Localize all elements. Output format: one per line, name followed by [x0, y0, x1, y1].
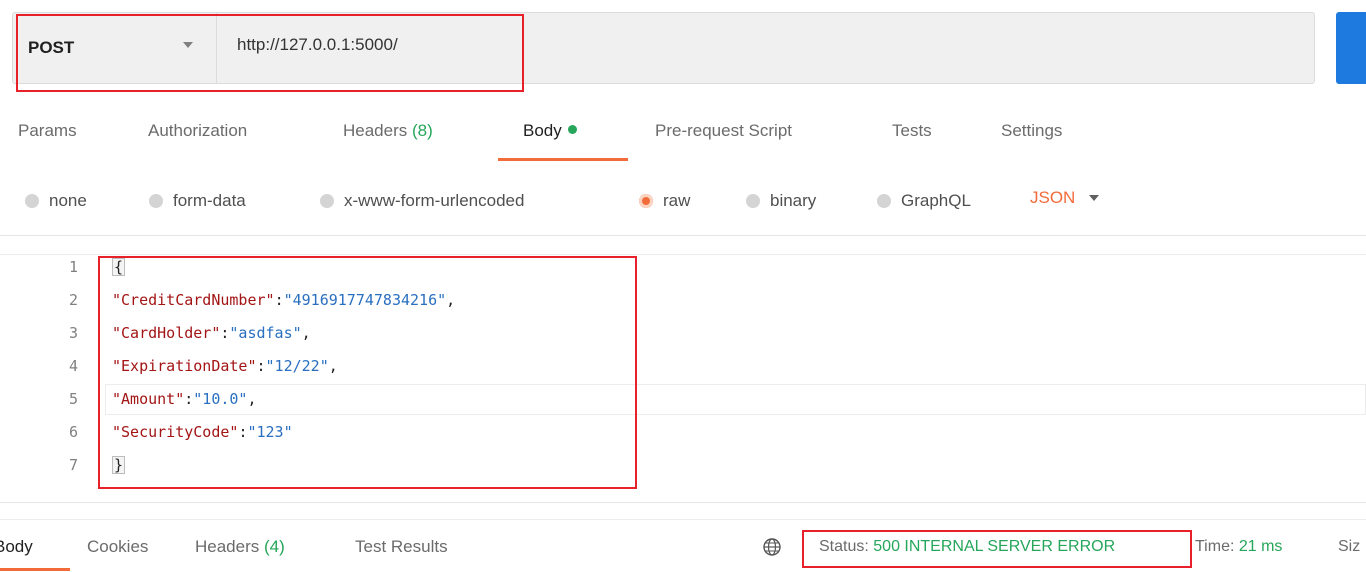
- response-time: Time: 21 ms: [1195, 538, 1282, 556]
- radio-none-dot[interactable]: [25, 194, 39, 208]
- response-tab-headers-count: (4): [264, 537, 285, 556]
- radio-form-data-label: form-data: [173, 191, 246, 210]
- line-number: 6: [68, 423, 78, 441]
- radio-form-data[interactable]: form-data: [149, 188, 246, 214]
- radio-none[interactable]: none: [25, 188, 87, 214]
- radio-graphql[interactable]: GraphQL: [877, 188, 971, 214]
- response-size: Siz: [1338, 538, 1360, 556]
- time-label: Time:: [1195, 538, 1235, 555]
- tab-prerequest-label: Pre-request Script: [655, 121, 792, 140]
- response-tab-headers[interactable]: Headers (4): [195, 537, 285, 557]
- radio-binary[interactable]: binary: [746, 188, 816, 214]
- radio-none-label: none: [49, 191, 87, 210]
- radio-graphql-label: GraphQL: [901, 191, 971, 210]
- tab-params[interactable]: Params: [18, 121, 77, 141]
- globe-icon[interactable]: [762, 537, 782, 562]
- language-select-label: JSON: [1030, 188, 1076, 207]
- radio-graphql-dot[interactable]: [877, 194, 891, 208]
- tab-settings[interactable]: Settings: [1001, 121, 1062, 141]
- radio-urlencoded-dot[interactable]: [320, 194, 334, 208]
- tab-headers[interactable]: Headers (8): [343, 121, 433, 141]
- divider: [0, 235, 1366, 236]
- size-label: Siz: [1338, 538, 1361, 555]
- tab-authorization[interactable]: Authorization: [148, 121, 247, 141]
- response-tab-body[interactable]: Body: [0, 537, 33, 557]
- line-number: 3: [68, 324, 78, 342]
- line-number: 2: [68, 291, 78, 309]
- radio-form-data-dot[interactable]: [149, 194, 163, 208]
- send-button[interactable]: [1336, 12, 1366, 84]
- tab-params-label: Params: [18, 121, 77, 140]
- line-number: 5: [68, 390, 78, 408]
- body-indicator-dot: [567, 125, 577, 134]
- radio-binary-label: binary: [770, 191, 817, 210]
- time-value: 21 ms: [1238, 538, 1283, 555]
- divider: [0, 519, 1366, 520]
- language-select[interactable]: JSON: [1030, 188, 1100, 208]
- tab-body[interactable]: Body: [523, 121, 577, 141]
- response-tab-headers-label: Headers: [195, 537, 260, 556]
- divider: [0, 502, 1366, 503]
- response-tab-cookies-label: Cookies: [87, 537, 149, 556]
- response-active-tab-underline: [0, 568, 70, 571]
- radio-urlencoded-label: x-www-form-urlencoded: [344, 191, 525, 210]
- highlight-box-request: [16, 14, 524, 92]
- line-number: 4: [68, 357, 78, 375]
- response-tab-test-results[interactable]: Test Results: [355, 537, 448, 557]
- tab-headers-count: (8): [412, 121, 433, 140]
- tab-headers-label: Headers: [343, 121, 408, 140]
- tab-settings-label: Settings: [1001, 121, 1063, 140]
- chevron-down-icon[interactable]: [1089, 195, 1100, 201]
- tab-tests[interactable]: Tests: [892, 121, 932, 141]
- line-number: 1: [68, 258, 78, 276]
- tab-body-label: Body: [523, 121, 562, 140]
- radio-raw[interactable]: raw: [639, 188, 690, 214]
- radio-raw-dot[interactable]: [639, 194, 653, 208]
- tab-tests-label: Tests: [892, 121, 932, 140]
- radio-raw-label: raw: [663, 191, 691, 210]
- highlight-box-body: [98, 256, 637, 489]
- response-tab-body-label: Body: [0, 537, 33, 556]
- response-tab-test-results-label: Test Results: [355, 537, 448, 556]
- active-tab-underline: [498, 158, 628, 161]
- line-number: 7: [68, 456, 78, 474]
- highlight-box-status: [802, 530, 1192, 568]
- radio-urlencoded[interactable]: x-www-form-urlencoded: [320, 188, 524, 214]
- tab-prerequest-script[interactable]: Pre-request Script: [655, 121, 792, 141]
- radio-binary-dot[interactable]: [746, 194, 760, 208]
- tab-authorization-label: Authorization: [148, 121, 248, 140]
- response-tab-cookies[interactable]: Cookies: [87, 537, 148, 557]
